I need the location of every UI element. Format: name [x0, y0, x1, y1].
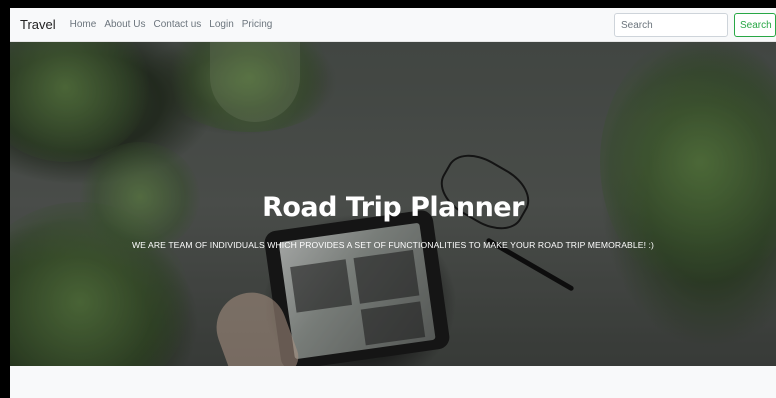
nav-link-about-us[interactable]: About Us: [104, 19, 145, 30]
nav-links: Home About Us Contact us Login Pricing: [70, 19, 273, 30]
hero-title: Road Trip Planner: [262, 192, 524, 223]
hero-banner: Road Trip Planner WE ARE TEAM OF INDIVID…: [10, 42, 776, 366]
search-input[interactable]: [614, 13, 728, 37]
search-form: Search: [614, 13, 776, 37]
navbar: Travel Home About Us Contact us Login Pr…: [10, 8, 776, 42]
page: Travel Home About Us Contact us Login Pr…: [10, 8, 776, 398]
browser-frame: Travel Home About Us Contact us Login Pr…: [0, 0, 776, 398]
nav-link-home[interactable]: Home: [70, 19, 97, 30]
content-area: [10, 366, 776, 398]
search-button[interactable]: Search: [734, 13, 776, 37]
nav-link-login[interactable]: Login: [209, 19, 233, 30]
nav-link-pricing[interactable]: Pricing: [242, 19, 273, 30]
hero-subtitle: WE ARE TEAM OF INDIVIDUALS WHICH PROVIDE…: [131, 240, 655, 250]
nav-link-contact-us[interactable]: Contact us: [153, 19, 201, 30]
brand-link[interactable]: Travel: [20, 17, 56, 32]
